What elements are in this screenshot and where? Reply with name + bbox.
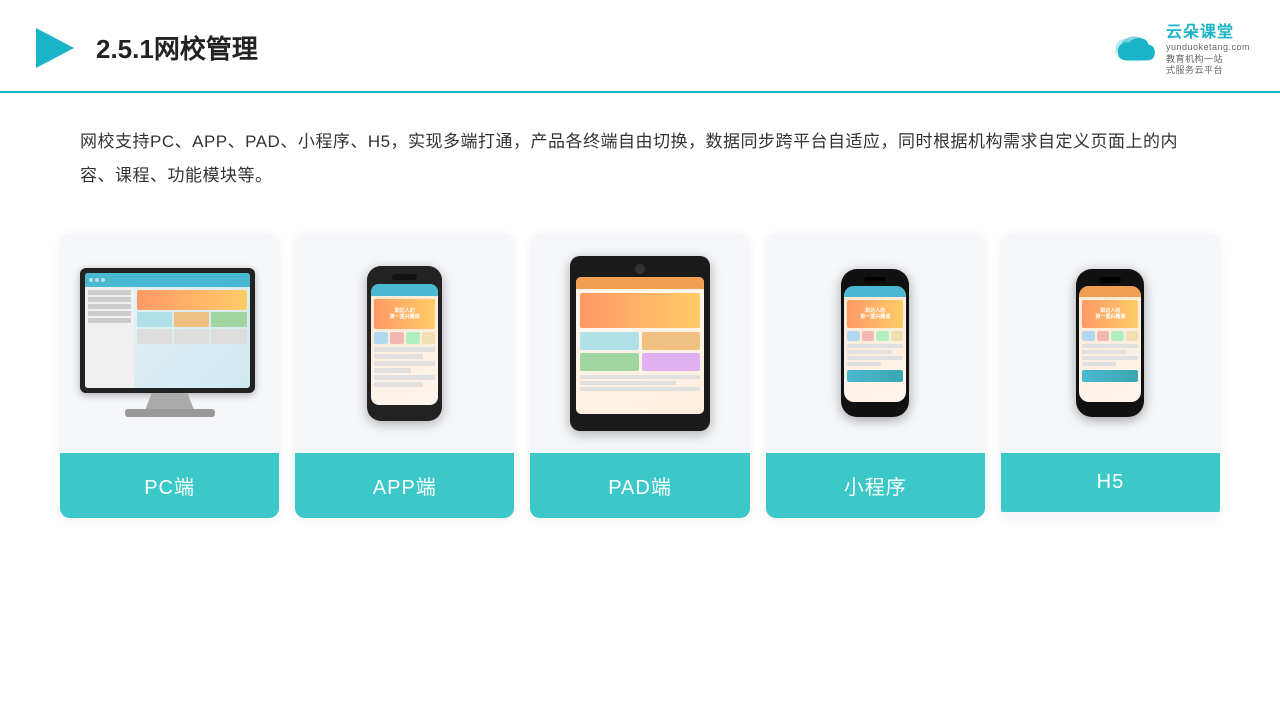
- card-image-miniprogram: 职达人的第一堂兴趣课: [766, 233, 985, 453]
- card-label-miniprogram: 小程序: [766, 453, 985, 518]
- brand-text: 云朵课堂 yunduoketang.com 教育机构一站 式服务云平台: [1166, 18, 1250, 77]
- desc-paragraph: 网校支持PC、APP、PAD、小程序、H5，实现多端打通，产品各终端自由切换，数…: [80, 125, 1200, 193]
- tablet-mockup: [570, 256, 710, 431]
- phone-mockup-miniprogram: 职达人的第一堂兴趣课: [841, 269, 909, 417]
- card-miniprogram: 职达人的第一堂兴趣课: [766, 233, 985, 518]
- card-app: 职达人的第一堂兴趣课: [295, 233, 514, 518]
- card-h5: 职达人的第一堂兴趣课: [1001, 233, 1220, 518]
- play-logo-icon: [30, 24, 78, 72]
- header-right: 云朵课堂 yunduoketang.com 教育机构一站 式服务云平台: [1110, 18, 1250, 77]
- card-image-pc: [60, 233, 279, 453]
- page-title: 2.5.1网校管理: [96, 29, 258, 66]
- monitor-mockup: [80, 268, 260, 418]
- card-label-app: APP端: [295, 453, 514, 518]
- brand-name: 云朵课堂: [1166, 18, 1234, 42]
- card-label-pad: PAD端: [530, 453, 749, 518]
- cloud-icon: [1110, 30, 1158, 66]
- phone-mockup-app: 职达人的第一堂兴趣课: [367, 266, 442, 421]
- card-label-pc: PC端: [60, 453, 279, 518]
- phone-mockup-h5: 职达人的第一堂兴趣课: [1076, 269, 1144, 417]
- card-image-app: 职达人的第一堂兴趣课: [295, 233, 514, 453]
- card-label-h5: H5: [1001, 453, 1220, 512]
- brand-domain: yunduoketang.com: [1166, 42, 1250, 54]
- page-header: 2.5.1网校管理 云朵课堂 yunduoketang.com 教育机构一站 式…: [0, 0, 1280, 93]
- card-image-pad: [530, 233, 749, 453]
- brand-subtitle: 教育机构一站 式服务云平台: [1166, 54, 1223, 77]
- card-image-h5: 职达人的第一堂兴趣课: [1001, 233, 1220, 453]
- card-pc: PC端: [60, 233, 279, 518]
- card-pad: PAD端: [530, 233, 749, 518]
- description-text: 网校支持PC、APP、PAD、小程序、H5，实现多端打通，产品各终端自由切换，数…: [0, 93, 1280, 213]
- header-left: 2.5.1网校管理: [30, 24, 258, 72]
- brand-logo: 云朵课堂 yunduoketang.com 教育机构一站 式服务云平台: [1110, 18, 1250, 77]
- cards-container: PC端 职达人的第一堂兴趣课: [0, 213, 1280, 548]
